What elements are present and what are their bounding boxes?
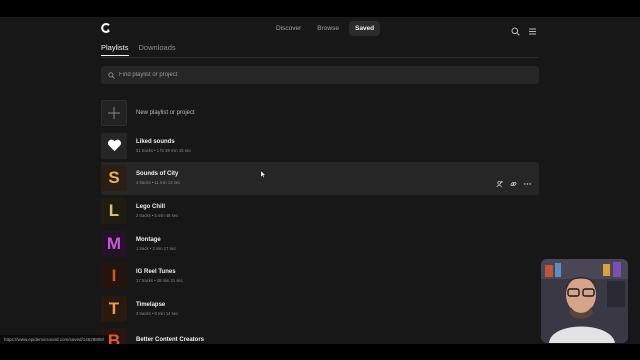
playlist-meta: 17 tracks • 48 min 21 sec xyxy=(136,278,183,284)
playlist-row[interactable]: T Timelapse 3 tracks • 8 min 14 sec xyxy=(101,293,539,326)
playlist-cover-l: L xyxy=(101,198,127,225)
link-icon[interactable] xyxy=(510,175,517,187)
top-icons xyxy=(511,23,537,36)
playlist-meta: 4 tracks • 11 min 13 sec xyxy=(136,180,181,186)
search-input[interactable] xyxy=(119,72,519,78)
playlist-meta: 31 tracks • 1 hr 39 min 15 sec xyxy=(136,147,192,153)
menu-icon[interactable] xyxy=(528,23,537,35)
playlist-title: Liked sounds xyxy=(136,138,175,145)
tab-discover[interactable]: Discover xyxy=(270,21,307,36)
plus-icon xyxy=(101,100,127,127)
playlist-cover-t: T xyxy=(101,295,127,322)
playlist-cover-s: S xyxy=(101,165,127,192)
row-actions xyxy=(496,175,531,188)
more-icon[interactable] xyxy=(524,175,531,186)
tab-saved[interactable]: Saved xyxy=(348,21,381,36)
playlist-row[interactable]: L Lego Chill 2 tracks • 5 min 48 sec xyxy=(101,195,539,228)
tab-downloads[interactable]: Downloads xyxy=(139,43,176,56)
search-icon[interactable] xyxy=(511,23,520,36)
playlist-title: Montage xyxy=(136,236,161,243)
search-bar[interactable] xyxy=(101,66,539,84)
playlist-row[interactable]: Liked sounds 31 tracks • 1 hr 39 min 15 … xyxy=(101,130,539,163)
playlist-list: New playlist or project Liked sounds 31 … xyxy=(101,97,539,344)
playlist-meta: 3 tracks • 8 min 14 sec xyxy=(136,310,179,316)
logo-icon[interactable] xyxy=(101,23,111,33)
playlist-row[interactable]: B Better Content Creators xyxy=(101,325,539,344)
playlist-title: Better Content Creators xyxy=(136,336,205,343)
new-playlist-label: New playlist or project xyxy=(136,110,195,117)
mouse-cursor-icon xyxy=(261,171,266,178)
playlist-title: Lego Chill xyxy=(136,204,165,211)
playlist-title: Timelapse xyxy=(136,301,166,308)
section-tabs: Playlists Downloads xyxy=(101,43,176,56)
playlist-cover-m: M xyxy=(101,230,127,257)
status-url: https://www.epidemicsound.com/saved/1462… xyxy=(0,335,109,344)
playlist-meta: 2 tracks • 5 min 48 sec xyxy=(136,213,179,219)
add-collaborator-icon[interactable] xyxy=(496,175,503,188)
tab-playlists[interactable]: Playlists xyxy=(101,43,129,56)
playlist-title: IG Reel Tunes xyxy=(136,269,176,276)
playlist-row[interactable]: S Sounds of City 4 tracks • 11 min 13 se… xyxy=(101,162,539,195)
playlist-meta: 1 track • 3 min 17 sec xyxy=(136,245,177,251)
new-playlist-row[interactable]: New playlist or project xyxy=(101,97,539,130)
playlist-row[interactable]: I IG Reel Tunes 17 tracks • 48 min 21 se… xyxy=(101,260,539,293)
playlist-row[interactable]: M Montage 1 track • 3 min 17 sec xyxy=(101,227,539,260)
search-icon xyxy=(108,71,115,79)
playlist-title: Sounds of City xyxy=(136,171,179,178)
tab-browse[interactable]: Browse xyxy=(311,21,345,36)
top-nav: Discover Browse Saved xyxy=(270,21,381,36)
playlist-cover-i: I xyxy=(101,263,127,290)
divider xyxy=(101,57,539,58)
heart-icon xyxy=(101,132,127,159)
webcam-overlay xyxy=(541,259,628,343)
